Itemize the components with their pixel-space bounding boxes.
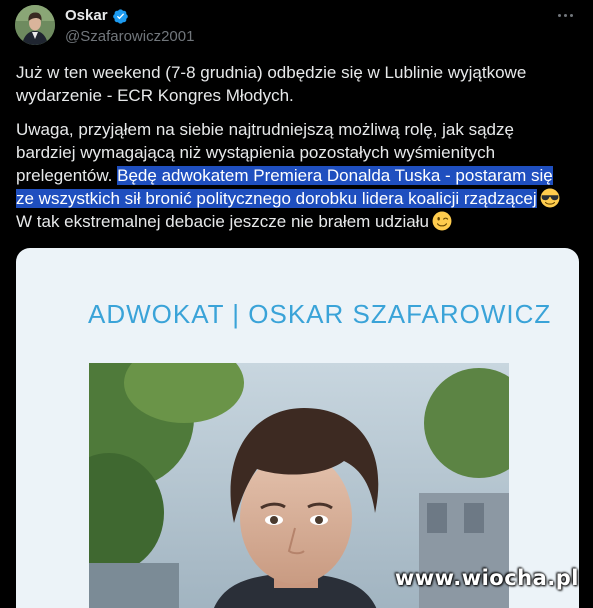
- display-name[interactable]: Oskar: [65, 7, 108, 25]
- text-line: bardziej wymagającą niż wystąpienia pozo…: [16, 143, 496, 162]
- text-line: Już w ten weekend (7-8 grudnia) odbędzie…: [16, 63, 527, 82]
- text-line: wydarzenie - ECR Kongres Młodych.: [16, 86, 294, 105]
- text-plain: prelegentów.: [16, 166, 118, 185]
- display-name-row: Oskar: [65, 7, 194, 25]
- smiling-face-with-sunglasses-icon: [540, 188, 560, 208]
- more-options-icon[interactable]: [550, 6, 580, 24]
- text-line: ze wszystkich sił bronić politycznego do…: [16, 187, 576, 210]
- highlighted-text: Będę adwokatem Premiera Donalda Tuska - …: [117, 166, 553, 185]
- text-line: Uwaga, przyjąłem na siebie najtrudniejsz…: [16, 120, 514, 139]
- tweet-paragraph-2: Uwaga, przyjąłem na siebie najtrudniejsz…: [16, 118, 576, 233]
- author-info: Oskar @Szafarowicz2001: [65, 7, 194, 46]
- highlighted-text: ze wszystkich sił bronić politycznego do…: [16, 189, 537, 208]
- tweet: Oskar @Szafarowicz2001 Już w ten weekend…: [0, 0, 593, 608]
- watermark: www.wiocha.pl: [394, 566, 579, 590]
- card-title: ADWOKAT | OSKAR SZAFAROWICZ: [88, 299, 552, 329]
- text-plain: W tak ekstremalnej debacie jeszcze nie b…: [16, 212, 429, 231]
- text-line: W tak ekstremalnej debacie jeszcze nie b…: [16, 210, 576, 233]
- text-line: prelegentów. Będę adwokatem Premiera Don…: [16, 164, 576, 187]
- avatar[interactable]: [15, 5, 55, 45]
- winking-face-icon: [432, 211, 452, 231]
- avatar-image: [15, 5, 55, 45]
- handle[interactable]: @Szafarowicz2001: [65, 28, 194, 46]
- media-card[interactable]: ADWOKAT | OSKAR SZAFAROWICZ: [16, 248, 579, 608]
- tweet-paragraph-1: Już w ten weekend (7-8 grudnia) odbędzie…: [16, 61, 576, 107]
- verified-badge-icon[interactable]: [112, 8, 129, 25]
